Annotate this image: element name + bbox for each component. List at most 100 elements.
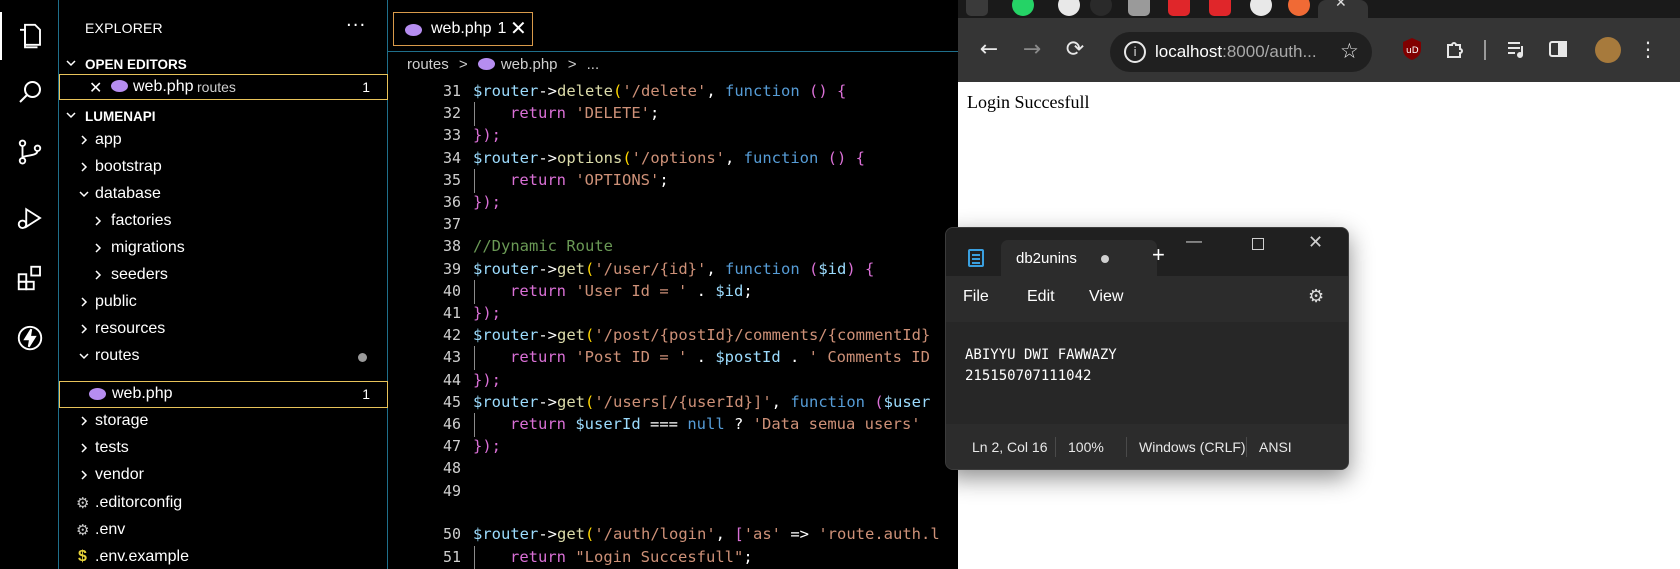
tree-folder-storage[interactable]: storage	[59, 408, 388, 435]
tree-label: web.php	[112, 385, 173, 402]
tree-label: migrations	[111, 239, 185, 256]
tree-file-env[interactable]: ⚙ .env	[59, 517, 388, 544]
github-icon[interactable]	[1090, 0, 1112, 16]
side-panel-icon[interactable]	[1543, 34, 1573, 64]
maximize-button[interactable]	[1252, 238, 1264, 250]
chrome-tab[interactable]	[966, 0, 988, 16]
line-number: 39	[442, 259, 461, 278]
whatsapp-icon[interactable]	[1012, 0, 1034, 16]
status-divider	[1246, 437, 1247, 457]
php-file-icon	[89, 388, 106, 400]
code-line: 34 $router->options('/options', function…	[388, 147, 958, 171]
extensions-puzzle-icon[interactable]	[1440, 34, 1470, 64]
code-line: 47 });	[388, 435, 958, 459]
line-number: 44	[442, 370, 461, 389]
back-button[interactable]: ←	[974, 34, 1004, 64]
github-icon[interactable]	[1058, 0, 1080, 16]
cursor-position[interactable]: Ln 2, Col 16	[972, 439, 1048, 455]
code-editor[interactable]: web.php 1 ✕ routes > web.php > ... 31 $r…	[388, 0, 958, 569]
unsaved-dot[interactable]	[1101, 255, 1109, 263]
tree-label: vendor	[95, 466, 144, 483]
github-icon[interactable]	[1250, 0, 1272, 16]
notepad-tab[interactable]: db2unins	[1001, 240, 1157, 276]
line-ending[interactable]: Windows (CRLF)	[1139, 439, 1246, 455]
more-actions-button[interactable]: ···	[346, 15, 366, 36]
open-editor-item[interactable]: ✕ web.php routes 1	[59, 74, 388, 100]
tree-folder-bootstrap[interactable]: bootstrap	[59, 154, 388, 181]
tree-label: .env.example	[95, 548, 189, 565]
chevron-right-icon	[81, 135, 88, 145]
tree-folder-seeders[interactable]: seeders	[59, 262, 388, 289]
tree-file-web-php[interactable]: web.php 1	[59, 381, 388, 408]
chevron-right-icon: >	[567, 56, 577, 73]
menu-edit[interactable]: Edit	[1027, 288, 1055, 306]
indent-guide	[474, 346, 475, 371]
breadcrumb: routes > web.php > ...	[407, 56, 605, 73]
tree-folder-resources[interactable]: resources	[59, 316, 388, 343]
media-control-icon[interactable]	[1501, 34, 1531, 64]
chevron-right-icon	[81, 297, 88, 307]
tree-folder-routes[interactable]: routes	[59, 343, 388, 370]
tree-folder-database[interactable]: database	[59, 181, 388, 208]
problem-count-badge: 1	[362, 386, 370, 402]
encoding[interactable]: ANSI	[1259, 439, 1292, 455]
zoom-level[interactable]: 100%	[1068, 439, 1104, 455]
chevron-right-icon	[81, 470, 88, 480]
breadcrumb-folder[interactable]: routes	[407, 56, 449, 73]
tree-file-env-example[interactable]: $ .env.example	[59, 544, 388, 569]
reload-button[interactable]: ⟳	[1060, 34, 1090, 64]
tree-file-editorconfig[interactable]: ⚙ .editorconfig	[59, 490, 388, 517]
source-control-icon[interactable]	[0, 128, 59, 176]
line-number: 41	[442, 304, 461, 322]
php-file-icon	[405, 24, 422, 36]
run-debug-icon[interactable]	[0, 194, 59, 242]
menu-view[interactable]: View	[1089, 288, 1123, 306]
address-bar[interactable]: i localhost:8000/auth... ☆	[1110, 32, 1372, 72]
tree-folder-tests[interactable]: tests	[59, 435, 388, 462]
code-line: 51 return "Login Succesfull";	[388, 546, 958, 569]
close-button[interactable]: ✕	[1308, 232, 1323, 253]
youtube-icon[interactable]	[1209, 0, 1231, 16]
tree-label: tests	[95, 439, 129, 456]
code-line: 32 return 'DELETE';	[388, 102, 958, 127]
profile-avatar[interactable]	[1595, 37, 1621, 63]
new-tab-button[interactable]: +	[1152, 242, 1165, 268]
minimize-button[interactable]: —	[1186, 233, 1202, 251]
youtube-icon[interactable]	[1168, 0, 1190, 16]
close-icon[interactable]: ✕	[510, 19, 528, 39]
chevron-right-icon	[81, 443, 88, 453]
forward-button[interactable]: →	[1017, 34, 1047, 64]
tree-folder-vendor[interactable]: vendor	[59, 462, 388, 489]
menu-file[interactable]: File	[963, 288, 989, 306]
close-icon[interactable]: ✕	[1335, 0, 1347, 11]
notepad-text-area[interactable]: ABIYYU DWI FAWWAZY 215150707111042	[946, 322, 1348, 418]
tab-problem-badge: 1	[497, 20, 507, 37]
extensions-icon[interactable]	[0, 254, 59, 302]
explorer-title: EXPLORER	[85, 20, 163, 36]
editor-tab-web-php[interactable]: web.php 1 ✕	[393, 12, 533, 46]
tab-favicon[interactable]	[1128, 0, 1150, 16]
tree-folder-migrations[interactable]: migrations	[59, 235, 388, 262]
tree-folder-factories[interactable]: factories	[59, 208, 388, 235]
tree-folder-public[interactable]: public	[59, 289, 388, 316]
menu-kebab-icon[interactable]: ⋮	[1633, 34, 1663, 64]
breadcrumb-symbol[interactable]: ...	[587, 56, 600, 73]
project-section[interactable]: LUMENAPI	[59, 104, 388, 129]
tree-folder-app[interactable]: app	[59, 127, 388, 154]
search-icon[interactable]	[0, 68, 59, 116]
breadcrumb-file[interactable]: web.php	[501, 56, 558, 73]
postman-icon[interactable]	[1288, 0, 1310, 16]
settings-gear-icon[interactable]: ⚙	[1308, 286, 1324, 307]
ublock-icon[interactable]: uD	[1397, 34, 1427, 64]
bookmark-star-icon[interactable]: ☆	[1340, 39, 1359, 63]
explorer-icon[interactable]	[0, 12, 59, 60]
close-icon[interactable]: ✕	[89, 78, 102, 98]
chevron-right-icon	[81, 416, 88, 426]
thunder-client-icon[interactable]	[0, 314, 59, 362]
tree-label: routes	[95, 347, 140, 364]
chevron-down-icon	[79, 191, 89, 198]
line-number: 35	[442, 170, 461, 189]
dollar-icon: $	[78, 548, 87, 565]
php-file-icon	[477, 58, 495, 70]
site-info-icon[interactable]: i	[1124, 41, 1146, 63]
